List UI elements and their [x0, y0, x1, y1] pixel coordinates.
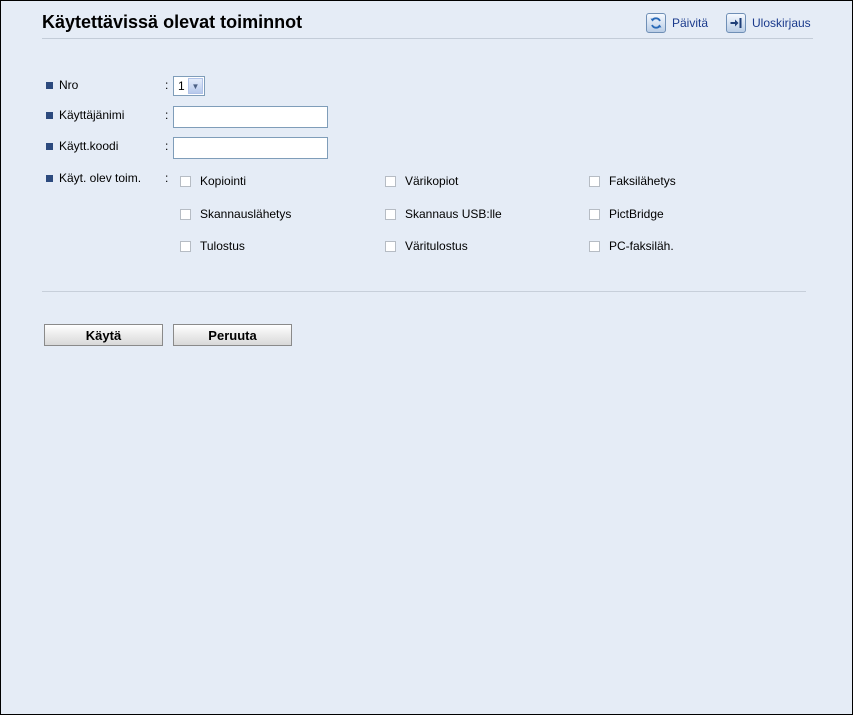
page-header: Käytettävissä olevat toiminnot Päivitä U… [42, 11, 813, 39]
username-row: Käyttäjänimi [46, 108, 166, 122]
nro-select[interactable]: 1 ▼ [173, 76, 205, 96]
square-bullet-icon [46, 81, 53, 89]
checkbox-label: Värikopiot [405, 174, 459, 188]
checkbox-label: Faksilähetys [609, 174, 676, 188]
refresh-link[interactable]: Päivitä [646, 13, 708, 33]
divider [42, 291, 806, 292]
chevron-down-icon[interactable]: ▼ [188, 78, 203, 94]
colon: : [165, 108, 169, 122]
cancel-button[interactable]: Peruuta [173, 324, 292, 346]
logout-icon [726, 13, 746, 33]
checkbox-label: PC-faksiläh. [609, 239, 674, 253]
nro-row: Nro [46, 78, 166, 92]
square-bullet-icon [46, 142, 53, 150]
checkbox[interactable] [385, 240, 396, 252]
usercode-input[interactable] [173, 137, 328, 159]
checkbox[interactable] [180, 240, 191, 252]
function-faksilahetys[interactable]: Faksilähetys [589, 174, 676, 188]
functions-label: Käyt. olev toim. [59, 171, 142, 185]
checkbox[interactable] [385, 175, 396, 187]
function-tulostus[interactable]: Tulostus [180, 239, 245, 253]
square-bullet-icon [46, 111, 53, 119]
checkbox-label: Skannauslähetys [200, 207, 292, 221]
colon: : [165, 139, 169, 153]
refresh-label: Päivitä [672, 16, 709, 30]
checkbox[interactable] [385, 208, 396, 220]
function-pictbridge[interactable]: PictBridge [589, 207, 664, 221]
checkbox-label: Tulostus [200, 239, 245, 253]
square-bullet-icon [46, 174, 53, 182]
usercode-label: Käytt.koodi [59, 139, 119, 153]
function-pc-faksilah[interactable]: PC-faksiläh. [589, 239, 674, 253]
checkbox[interactable] [180, 175, 191, 187]
username-input[interactable] [173, 106, 328, 128]
page-frame: Käytettävissä olevat toiminnot Päivitä U… [0, 0, 853, 715]
logout-link[interactable]: Uloskirjaus [726, 13, 811, 33]
function-skannaus-usb[interactable]: Skannaus USB:lle [385, 207, 502, 221]
colon: : [165, 171, 169, 185]
checkbox-label: PictBridge [609, 207, 664, 221]
logout-label: Uloskirjaus [752, 16, 811, 30]
functions-row: Käyt. olev toim. [46, 171, 166, 185]
nro-label: Nro [59, 78, 79, 92]
checkbox[interactable] [589, 240, 600, 252]
colon: : [165, 78, 169, 92]
checkbox-label: Kopiointi [200, 174, 247, 188]
apply-button[interactable]: Käytä [44, 324, 163, 346]
nro-selected-value: 1 [178, 79, 185, 93]
refresh-icon [646, 13, 666, 33]
checkbox[interactable] [180, 208, 191, 220]
checkbox-label: Skannaus USB:lle [405, 207, 502, 221]
checkbox[interactable] [589, 175, 600, 187]
function-varitulostus[interactable]: Väritulostus [385, 239, 468, 253]
usercode-row: Käytt.koodi [46, 139, 166, 153]
function-skannauslahetys[interactable]: Skannauslähetys [180, 207, 291, 221]
function-kopiointi[interactable]: Kopiointi [180, 174, 246, 188]
checkbox-label: Väritulostus [405, 239, 468, 253]
username-label: Käyttäjänimi [59, 108, 125, 122]
checkbox[interactable] [589, 208, 600, 220]
page-title: Käytettävissä olevat toiminnot [42, 12, 303, 32]
function-varikopiot[interactable]: Värikopiot [385, 174, 458, 188]
